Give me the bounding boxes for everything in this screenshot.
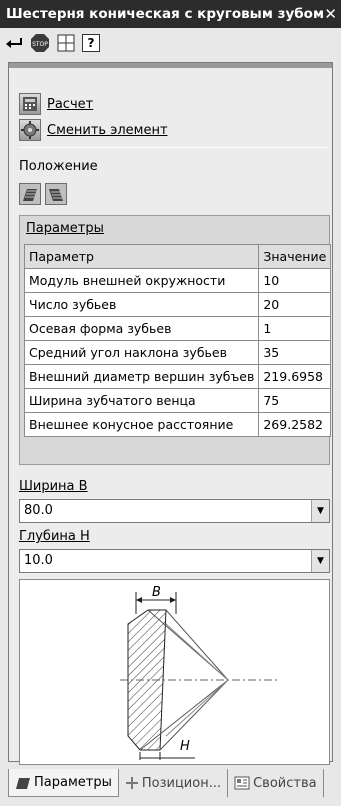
param-name: Число зубьев: [23, 292, 260, 317]
params-title: Параметры: [26, 221, 104, 236]
gear-position-left-icon: [23, 189, 37, 201]
header-value: Значение: [258, 244, 332, 269]
panel-top-bar: [9, 63, 332, 68]
svg-text:STOP: STOP: [32, 41, 48, 48]
tab-position-label: Позицион...: [141, 775, 222, 791]
params-group: Параметры Параметр Значение Модуль внешн…: [19, 215, 332, 465]
gear-change-icon: [19, 119, 41, 141]
tab-position[interactable]: Позицион...: [119, 769, 229, 797]
param-value[interactable]: 75: [258, 388, 332, 413]
header-param: Параметр: [23, 244, 260, 269]
window-title-bar: Шестерня коническая с круговым зубом ✕: [0, 0, 341, 28]
depth-value: 10.0: [24, 553, 53, 568]
chevron-down-icon[interactable]: ▼: [311, 550, 329, 572]
param-value[interactable]: 10: [258, 268, 332, 293]
table-row[interactable]: Средний угол наклона зубьев 35: [23, 340, 332, 365]
tab-properties-label: Свойства: [253, 775, 317, 791]
calc-label: Расчет: [47, 96, 94, 112]
calculator-icon: [19, 93, 41, 115]
calc-button[interactable]: Расчет: [19, 93, 93, 115]
bottom-tabs: Параметры Позицион... Свойства: [8, 768, 341, 798]
param-value[interactable]: 269.2582: [258, 412, 332, 437]
change-element-label: Сменить элемент: [47, 122, 168, 138]
table-row[interactable]: Модуль внешней окружности 10: [23, 268, 332, 293]
help-icon[interactable]: ?: [82, 34, 100, 52]
position-label: Положение: [19, 159, 98, 174]
gear-drawing: В Н: [19, 579, 330, 765]
width-select[interactable]: 80.0 ▼: [19, 499, 330, 523]
param-name: Внешний диаметр вершин зубъев: [23, 364, 260, 389]
param-value[interactable]: 1: [258, 316, 332, 341]
chevron-down-icon[interactable]: ▼: [311, 500, 329, 522]
label-h: Н: [180, 739, 190, 754]
param-name: Внешнее конусное расстояние: [23, 412, 260, 437]
param-value[interactable]: 219.6958: [258, 364, 332, 389]
window-title: Шестерня коническая с круговым зубом: [6, 6, 324, 22]
change-element-button[interactable]: Сменить элемент: [19, 119, 168, 141]
width-value: 80.0: [24, 503, 53, 518]
close-icon[interactable]: ✕: [324, 0, 337, 28]
position-right-button[interactable]: [45, 183, 67, 205]
tab-params[interactable]: Параметры: [8, 769, 119, 797]
label-b: В: [152, 585, 161, 600]
param-name: Средний угол наклона зубьев: [23, 340, 260, 365]
enter-icon[interactable]: [4, 33, 24, 53]
divider: [19, 147, 327, 148]
depth-label: Глубина Н: [19, 529, 90, 544]
position-tab-icon: [125, 777, 138, 789]
table-row[interactable]: Внешнее конусное расстояние 269.2582: [23, 412, 332, 437]
gear-sketch: В Н: [120, 585, 280, 760]
table-row[interactable]: Осевая форма зубьев 1: [23, 316, 332, 341]
tab-properties[interactable]: Свойства: [228, 769, 324, 797]
param-value[interactable]: 20: [258, 292, 332, 317]
help-glyph: ?: [87, 36, 95, 50]
params-table: Параметр Значение Модуль внешней окружно…: [23, 244, 332, 437]
gear-tab-icon: [16, 777, 30, 789]
table-row[interactable]: Внешний диаметр вершин зубъев 219.6958: [23, 364, 332, 389]
parameters-panel: Расчет Сменить элемент Положение Парамет…: [8, 62, 333, 765]
toolbar: STOP ?: [0, 30, 341, 56]
position-left-button[interactable]: [19, 183, 41, 205]
table-row[interactable]: Число зубьев 20: [23, 292, 332, 317]
table-row[interactable]: Ширина зубчатого венца 75: [23, 388, 332, 413]
param-value[interactable]: 35: [258, 340, 332, 365]
table-header-row: Параметр Значение: [23, 244, 332, 269]
param-name: Осевая форма зубьев: [23, 316, 260, 341]
tab-params-label: Параметры: [34, 775, 112, 790]
width-label: Ширина В: [19, 479, 88, 494]
gear-position-right-icon: [49, 189, 63, 201]
depth-select[interactable]: 10.0 ▼: [19, 549, 330, 573]
stop-icon[interactable]: STOP: [30, 33, 50, 53]
properties-tab-icon: [234, 776, 250, 790]
param-name: Модуль внешней окружности: [23, 268, 260, 293]
grid-icon[interactable]: [56, 33, 76, 53]
param-name: Ширина зубчатого венца: [23, 388, 260, 413]
